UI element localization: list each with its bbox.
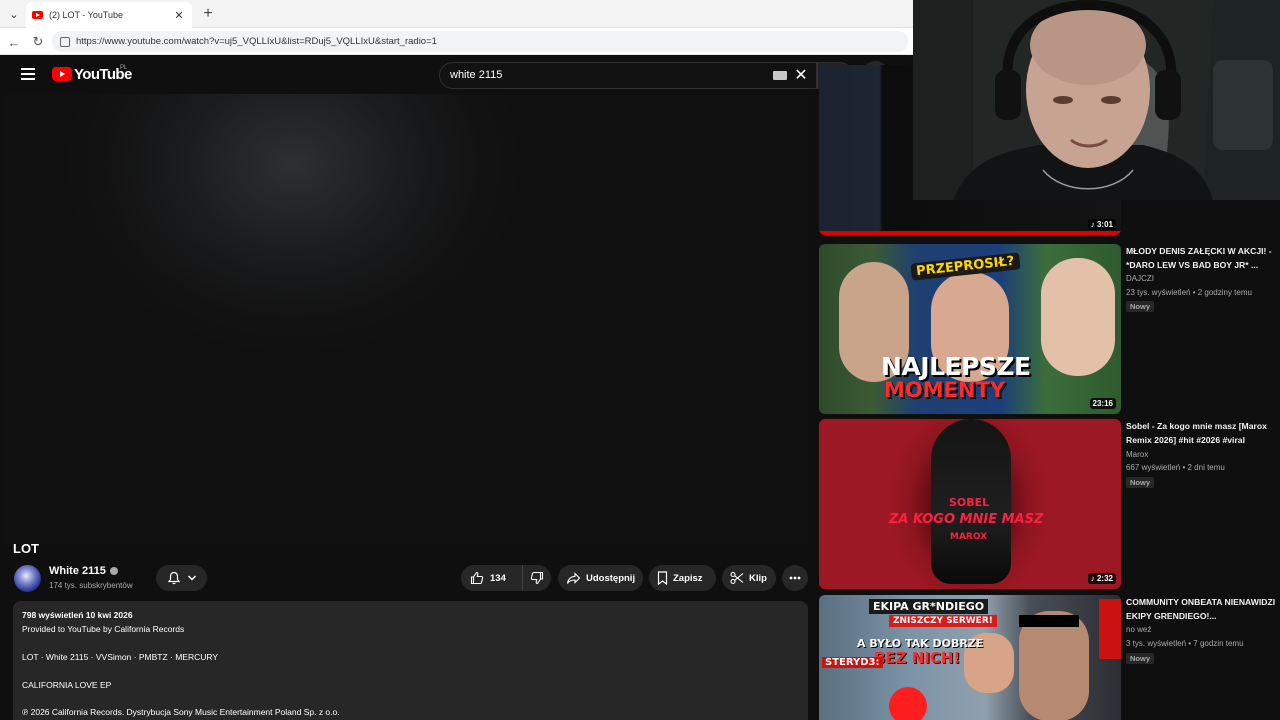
watch-progress-bar xyxy=(819,231,1121,235)
save-button[interactable]: Zapisz xyxy=(649,565,716,591)
tab-close-icon[interactable]: ✕ xyxy=(172,9,186,22)
back-arrow-icon[interactable]: ← xyxy=(4,32,24,52)
bell-icon xyxy=(167,571,180,585)
description-box[interactable]: 798 wyświetleń 10 kwi 2026 Provided to Y… xyxy=(13,601,808,720)
search-query: white 2115 xyxy=(450,69,503,81)
thumbnail-caption: BEZ NICH! xyxy=(874,649,961,667)
duration-badge: ♪ 2:32 xyxy=(1087,573,1116,584)
description-line: CALIFORNIA LOVE EP xyxy=(22,680,112,690)
share-button[interactable]: Udostępnij xyxy=(558,565,643,591)
recommendation-thumbnail[interactable]: SOBEL ZA KOGO MNIE MASZ MAROX ♪ 2:32 xyxy=(819,419,1121,589)
tab-search-chevron-icon[interactable]: ⌄ xyxy=(4,4,24,24)
thumbnail-face xyxy=(1019,611,1089,720)
streamer-webcam-image xyxy=(913,0,1280,200)
clip-button[interactable]: Klip xyxy=(722,565,776,591)
browser-tab[interactable]: (2) LOT - YouTube ✕ xyxy=(26,2,192,28)
new-badge: Nowy xyxy=(1126,653,1155,664)
browser-toolbar: ← ↻ https://www.youtube.com/watch?v=uj5_… xyxy=(0,28,913,55)
dislike-button[interactable] xyxy=(523,565,551,591)
description-line: ℗ 2026 California Records. Dystrybucja S… xyxy=(22,707,340,717)
more-actions-button[interactable] xyxy=(782,565,808,591)
thumbs-up-icon xyxy=(470,571,484,585)
like-count: 134 xyxy=(490,572,506,584)
video-title: LOT xyxy=(13,541,39,556)
country-code: PL xyxy=(120,65,128,71)
description-line: LOT · White 2115 · VVSimon · PMBTZ · MER… xyxy=(22,652,219,662)
thumbnail-face xyxy=(1041,258,1115,376)
menu-icon[interactable] xyxy=(21,68,35,80)
share-label: Udostępnij xyxy=(586,572,636,584)
address-bar[interactable]: https://www.youtube.com/watch?v=uj5_VQLL… xyxy=(52,31,908,52)
recommendation-meta: 23 tys. wyświetleń • 2 godziny temu xyxy=(1126,288,1252,297)
clear-search-icon[interactable]: ✕ xyxy=(792,65,810,85)
play-circle-icon xyxy=(889,687,927,720)
keyboard-icon[interactable] xyxy=(773,71,787,80)
screen: ⌄ (2) LOT - YouTube ✕ + ← ↻ https://www.… xyxy=(0,0,1280,720)
channel-name-link[interactable]: White 2115 xyxy=(49,565,118,577)
notification-settings-button[interactable] xyxy=(156,565,207,591)
thumbnail-banner xyxy=(1099,599,1121,659)
thumbnail-caption: ZNISZCZY SERWER! xyxy=(889,615,997,627)
save-label: Zapisz xyxy=(673,572,703,584)
description-meta: 798 wyświetleń 10 kwi 2026 xyxy=(22,610,133,620)
thumbnail-caption: SOBEL xyxy=(949,496,990,509)
recommendation-channel[interactable]: DAJCZI xyxy=(1126,274,1154,283)
recommendation-meta: 3 tys. wyświetleń • 7 godzin temu xyxy=(1126,639,1244,648)
browser-tab-strip: ⌄ (2) LOT - YouTube ✕ + xyxy=(0,0,913,28)
channel-name: White 2115 xyxy=(49,565,106,577)
bookmark-icon xyxy=(657,571,668,585)
youtube-page: YouTube PL white 2115 ✕ LOT White 2115 1… xyxy=(3,55,913,720)
new-badge: Nowy xyxy=(1126,477,1155,488)
chevron-down-icon xyxy=(187,575,196,581)
new-badge: Nowy xyxy=(1126,301,1155,312)
site-info-icon[interactable] xyxy=(60,36,70,47)
thumbnail-caption: NAJLEPSZE xyxy=(881,352,1031,381)
more-horizontal-icon xyxy=(789,576,801,580)
recommendation-thumbnail[interactable]: EKIPA GR*NDIEGO ZNISZCZY SERWER! A BYŁO … xyxy=(819,595,1121,720)
webcam-overlay xyxy=(913,0,1280,200)
recommendation-channel[interactable]: Marox xyxy=(1126,450,1148,459)
verified-badge-icon xyxy=(109,567,118,575)
duration-text: 3:01 xyxy=(1096,220,1113,229)
share-arrow-icon xyxy=(566,571,581,584)
censor-bar xyxy=(1019,615,1079,627)
reload-icon[interactable]: ↻ xyxy=(28,32,48,52)
recommendation-title[interactable]: Sobel - Za kogo mnie masz [Marox Remix 2… xyxy=(1126,419,1278,447)
url-text: https://www.youtube.com/watch?v=uj5_VQLL… xyxy=(76,36,437,47)
description-line: Provided to YouTube by California Record… xyxy=(22,624,185,634)
scissors-icon xyxy=(730,571,744,585)
thumbnail-caption: MAROX xyxy=(950,532,988,542)
like-button[interactable]: 134 xyxy=(461,565,523,591)
thumbnail-caption: ZA KOGO MNIE MASZ xyxy=(889,512,1044,527)
duration-text: 2:32 xyxy=(1096,574,1113,583)
tab-title: (2) LOT - YouTube xyxy=(49,10,124,20)
recommendation-meta: 667 wyświetleń • 2 dni temu xyxy=(1126,463,1225,472)
recommendation-channel[interactable]: no weź xyxy=(1126,625,1151,634)
duration-badge: 23:16 xyxy=(1089,398,1116,409)
like-dislike-group: 134 xyxy=(461,565,551,591)
new-tab-icon[interactable]: + xyxy=(198,4,218,24)
search-input[interactable]: white 2115 ✕ xyxy=(439,62,817,89)
recommendation-title[interactable]: MŁODY DENIS ZAŁĘCKI W AKCJI! - *DARO LEW… xyxy=(1126,244,1278,272)
channel-avatar[interactable] xyxy=(14,565,41,592)
video-player[interactable] xyxy=(3,94,808,544)
subscriber-count: 174 tys. subskrybentów xyxy=(49,581,133,590)
duration-badge: ♪ 3:01 xyxy=(1087,219,1116,230)
thumbnail-caption: MOMENTY xyxy=(884,378,1006,402)
youtube-favicon-icon xyxy=(32,11,43,19)
thumbs-down-icon xyxy=(530,571,544,585)
thumbnail-caption: STERYD3: xyxy=(822,657,883,668)
youtube-play-logo-icon xyxy=(52,67,72,81)
recommendation-thumbnail[interactable]: PRZEPROSIŁ? NAJLEPSZE MOMENTY 23:16 xyxy=(819,244,1121,414)
recommendation-title[interactable]: COMMUNITY ONBEATA NIENAWIDZI EKIPY GREND… xyxy=(1126,595,1278,623)
clip-label: Klip xyxy=(749,572,767,584)
thumbnail-caption: EKIPA GR*NDIEGO xyxy=(869,599,989,614)
